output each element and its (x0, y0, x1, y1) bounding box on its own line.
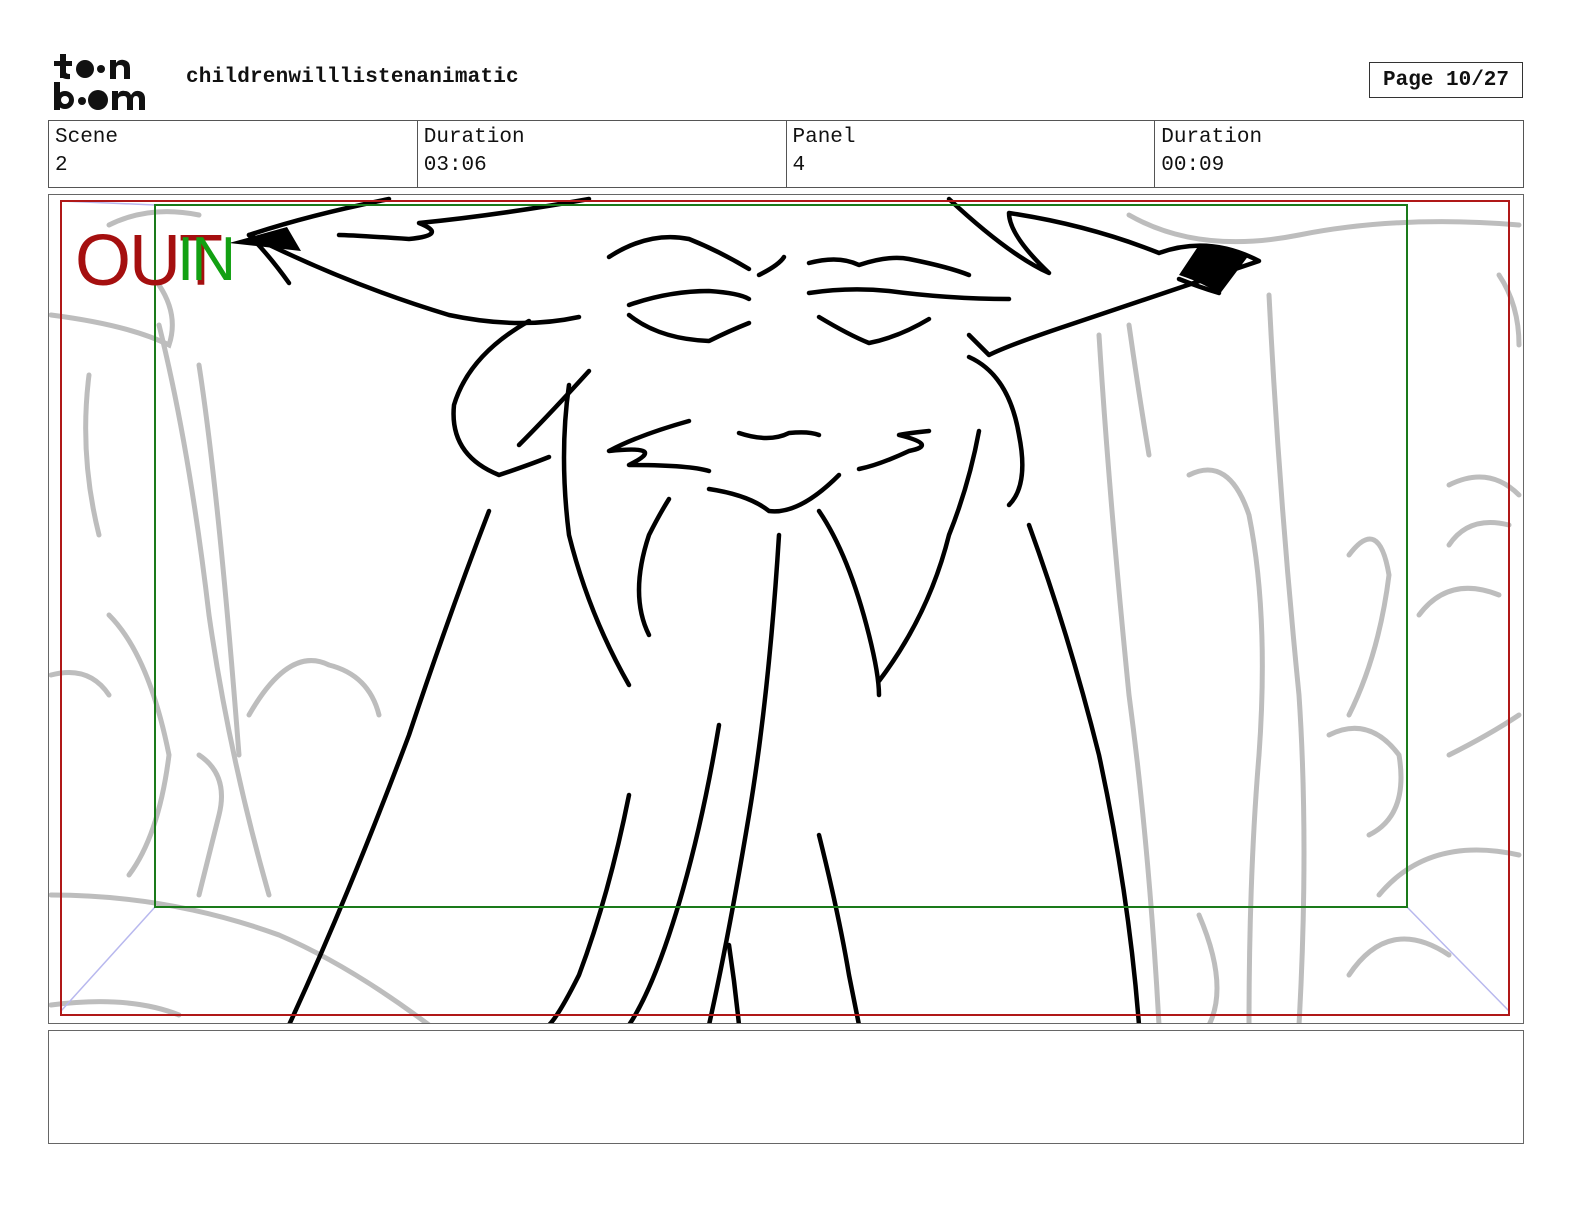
background-sketch (49, 209, 1522, 1023)
scene-cell: Scene 2 (49, 121, 418, 187)
toonboom-logo (54, 54, 145, 110)
storyboard-panel: OUT IN (48, 194, 1524, 1024)
panel-duration-value: 00:09 (1161, 154, 1225, 177)
in-frame (154, 204, 1408, 908)
character-sketch (246, 196, 1262, 1023)
notes-box[interactable] (48, 1030, 1524, 1144)
panel-drawing (49, 196, 1522, 1023)
scene-info-table: Scene 2 Duration 03:06 Panel 4 Duration … (48, 120, 1524, 188)
panel-label: Panel (792, 126, 856, 149)
panel-value: 4 (792, 154, 806, 177)
scene-duration-cell: Duration 03:06 (418, 121, 787, 187)
panel-duration-label: Duration (1161, 126, 1263, 149)
panel-cell: Panel 4 (787, 121, 1156, 187)
in-label: IN (177, 225, 236, 294)
scene-label: Scene (55, 126, 119, 149)
panel-duration-cell: Duration 00:09 (1155, 121, 1523, 187)
scene-duration-value: 03:06 (423, 154, 487, 177)
scene-value: 2 (55, 154, 68, 177)
scene-duration-label: Duration (423, 126, 525, 149)
document-title: childrenwilllistenanimatic (186, 66, 519, 89)
page-indicator: Page 10/27 (1369, 62, 1523, 98)
